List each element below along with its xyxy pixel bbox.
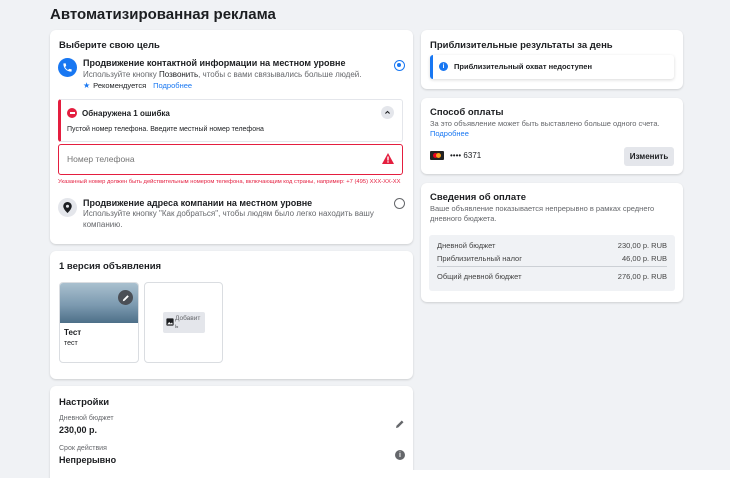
ad-text: тест <box>64 340 78 347</box>
change-payment-button[interactable]: Изменить <box>624 147 674 166</box>
budget-row-value: 230,00 р. RUB <box>617 241 667 250</box>
goal-option-address-desc: Используйте кнопку "Как добраться", чтоб… <box>83 209 374 229</box>
card-number: •••• 6371 <box>450 151 482 160</box>
billing-heading: Сведения об оплате <box>430 192 527 203</box>
error-icon <box>67 108 77 118</box>
budget-summary: Дневной бюджет 230,00 р. RUB Приблизител… <box>429 235 675 291</box>
info-icon: i <box>439 62 448 71</box>
budget-row-label: Приблизительный налог <box>437 254 522 263</box>
phone-hint: Указанный номер должен быть действительн… <box>58 179 401 185</box>
goal-contact-radio[interactable] <box>394 60 405 71</box>
duration-label: Срок действия <box>59 445 107 452</box>
payment-heading: Способ оплаты <box>430 107 504 118</box>
daily-budget-value: 230,00 р. <box>59 425 98 435</box>
phone-field[interactable] <box>58 144 403 175</box>
results-heading: Приблизительные результаты за день <box>430 40 613 51</box>
edit-ad-button[interactable] <box>118 290 133 305</box>
reach-notice: i Приблизительный охват недоступен <box>430 55 674 79</box>
phone-icon <box>58 58 77 77</box>
settings-card: Настройки Дневной бюджет 230,00 р. Срок … <box>50 386 413 478</box>
mastercard-icon <box>430 151 444 160</box>
results-card: Приблизительные результаты за день i При… <box>421 30 683 89</box>
error-box: Обнаружена 1 ошибка Пустой номер телефон… <box>58 99 403 142</box>
recommended-row: ★ Рекомендуется Подробнее <box>83 81 192 90</box>
goal-heading: Выберите свою цель <box>59 40 160 51</box>
error-title: Обнаружена 1 ошибка <box>82 109 170 118</box>
payment-card: Способ оплаты За это объявление может бы… <box>421 98 683 174</box>
info-icon[interactable]: i <box>395 450 405 460</box>
budget-row-value: 276,00 р. RUB <box>617 272 667 281</box>
pencil-icon <box>122 294 129 301</box>
recommended-label: Рекомендуется <box>93 81 147 90</box>
error-message: Пустой номер телефона. Введите местный н… <box>67 126 264 133</box>
ad-versions-card: 1 версия объявления Тест тест Добавить <box>50 251 413 379</box>
budget-row-label: Общий дневной бюджет <box>437 272 522 281</box>
settings-heading: Настройки <box>59 397 110 408</box>
budget-row-total: Общий дневной бюджет 276,00 р. RUB <box>437 272 667 281</box>
budget-row-label: Дневной бюджет <box>437 241 496 250</box>
daily-budget-label: Дневной бюджет <box>59 415 114 422</box>
billing-desc: Ваше объявление показывается непрерывно … <box>430 204 655 223</box>
divider <box>437 266 667 267</box>
page-title: Автоматизированная реклама <box>50 6 276 23</box>
desc-suffix: , чтобы с вами связывались больше людей. <box>198 70 362 79</box>
goal-option-contact-title: Продвижение контактной информации на мес… <box>83 58 346 68</box>
image-icon <box>166 318 174 326</box>
add-version-card[interactable]: Добавить <box>144 282 223 363</box>
desc-prefix: Используйте кнопку <box>83 70 159 79</box>
goal-card: Выберите свою цель Продвижение контактно… <box>50 30 413 244</box>
bottom-bar <box>413 470 730 478</box>
budget-row: Приблизительный налог 46,00 р. RUB <box>437 254 667 263</box>
pencil-icon[interactable] <box>395 419 405 429</box>
warning-icon <box>382 153 394 164</box>
goal-address-radio[interactable] <box>394 198 405 209</box>
goal-option-contact-desc: Используйте кнопку Позвонить, чтобы с ва… <box>83 70 361 79</box>
location-pin-icon <box>58 198 77 217</box>
collapse-button[interactable] <box>381 106 394 119</box>
reach-notice-text: Приблизительный охват недоступен <box>454 62 592 71</box>
ad-version-card[interactable]: Тест тест <box>59 282 139 363</box>
billing-card: Сведения об оплате Ваше объявление показ… <box>421 183 683 302</box>
budget-row: Дневной бюджет 230,00 р. RUB <box>437 241 667 250</box>
payment-desc: За это объявление может быть выставлено … <box>430 119 660 128</box>
add-version-label: Добавить <box>175 315 201 330</box>
star-icon: ★ <box>83 81 91 90</box>
more-link[interactable]: Подробнее <box>153 81 192 90</box>
chevron-up-icon <box>385 110 390 114</box>
ad-title: Тест <box>64 328 82 337</box>
payment-more-link[interactable]: Подробнее <box>430 129 469 138</box>
add-version-button[interactable]: Добавить <box>163 312 205 333</box>
phone-input[interactable] <box>67 152 367 166</box>
versions-heading: 1 версия объявления <box>59 261 162 272</box>
goal-option-address-title: Продвижение адреса компании на местном у… <box>83 198 313 208</box>
budget-row-value: 46,00 р. RUB <box>621 254 667 263</box>
duration-value: Непрерывно <box>59 455 117 465</box>
desc-button-name: Позвонить <box>159 70 199 79</box>
